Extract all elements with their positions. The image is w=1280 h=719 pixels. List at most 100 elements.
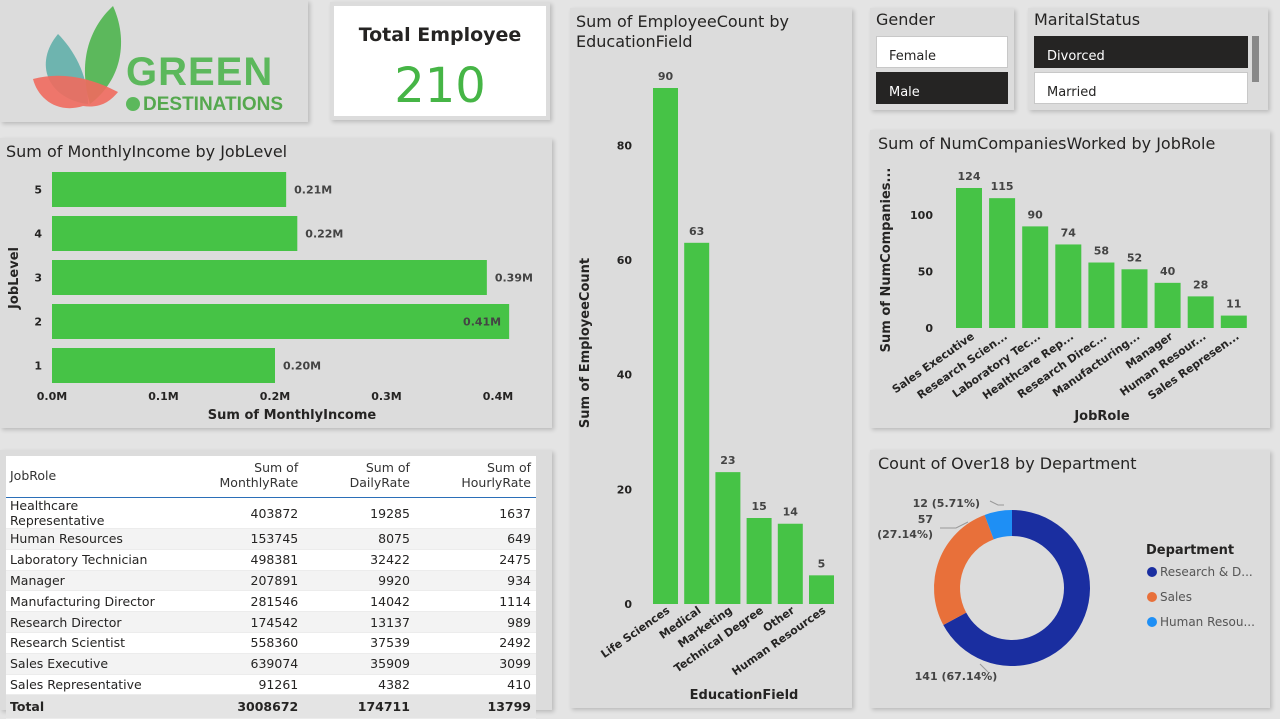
cell-jobrole: Research Scientist [6, 632, 174, 654]
education-bar [715, 472, 741, 604]
column-header-dailyrate[interactable]: Sum of DailyRate [303, 456, 415, 498]
companies-bar [1187, 296, 1214, 328]
companies-bar [1088, 262, 1115, 328]
cell-jobrole: Manufacturing Director [6, 590, 174, 613]
education-bar [777, 523, 803, 604]
education-bar [684, 242, 710, 605]
education-y-axis-title: Sum of EmployeeCount [578, 258, 593, 428]
companies-bar [1220, 315, 1247, 328]
companies-data-label: 90 [1028, 208, 1044, 221]
slicer-item-married[interactable]: Married [1034, 72, 1248, 104]
income-bar [52, 216, 298, 251]
cell-dailyrate: 14042 [303, 590, 415, 613]
income-x-tick: 0.3M [371, 390, 401, 403]
cell-monthlyrate: 174542 [173, 611, 304, 633]
cell-monthlyrate: 558360 [173, 632, 304, 654]
cell-dailyrate: 37539 [303, 632, 415, 654]
slicer-item-female[interactable]: Female [876, 36, 1008, 68]
education-data-label: 5 [818, 557, 826, 570]
education-y-tick: 80 [617, 139, 633, 152]
cell-hourlyrate: 649 [414, 528, 536, 550]
column-header-monthlyrate[interactable]: Sum of MonthlyRate [173, 456, 304, 498]
legend-marker-icon [1147, 617, 1157, 627]
income-data-label: 0.20M [283, 360, 321, 373]
column-header-jobrole[interactable]: JobRole [6, 456, 174, 498]
kpi-card: Total Employee 210 [330, 2, 550, 120]
income-y-tick: 3 [34, 272, 42, 285]
education-bar [653, 88, 678, 604]
jobrole-table-panel: JobRole Sum of MonthlyRate Sum of DailyR… [0, 450, 552, 719]
companies-data-label: 40 [1160, 265, 1176, 278]
table-row[interactable]: Sales Executive 639074 35909 3099 [6, 653, 536, 675]
income-chart-panel: Sum of MonthlyIncome by JobLevel 5 0.21M 4… [0, 138, 552, 428]
cell-jobrole: Healthcare Representative [6, 497, 174, 529]
companies-bar [1121, 269, 1148, 328]
cell-hourlyrate: 934 [414, 570, 536, 592]
logo-panel: GREEN DESTINATIONS [0, 0, 308, 122]
donut-legend-item: Research & D... [1160, 565, 1253, 579]
income-y-tick: 2 [34, 316, 42, 329]
income-x-tick: 0.1M [148, 390, 178, 403]
companies-y-tick: 100 [910, 209, 933, 222]
cell-hourlyrate: 410 [414, 674, 536, 696]
table-row[interactable]: Sales Representative 91261 4382 410 [6, 674, 536, 696]
cell-jobrole: Sales Executive [6, 653, 174, 675]
income-y-tick: 5 [34, 184, 42, 197]
table-row[interactable]: Manufacturing Director 281546 14042 1114 [6, 590, 536, 613]
slicer-item-male[interactable]: Male [876, 72, 1008, 104]
table-row[interactable]: Research Director 174542 13137 989 [6, 611, 536, 633]
logo-dot-icon [126, 97, 140, 111]
column-header-hourlyrate[interactable]: Sum of HourlyRate [414, 456, 536, 498]
donut-slice [934, 514, 994, 625]
education-y-tick: 0 [624, 598, 632, 611]
income-x-axis-title: Sum of MonthlyIncome [208, 408, 377, 423]
companies-bar [956, 188, 982, 328]
cell-hourlyrate: 2492 [414, 632, 536, 654]
education-bar [809, 575, 834, 604]
companies-y-axis-title: Sum of NumCompanies... [879, 168, 894, 353]
income-y-axis-title: JobLevel [7, 247, 22, 310]
cell-dailyrate: 13137 [303, 611, 415, 633]
education-y-tick: 20 [617, 483, 633, 496]
department-chart-panel: Count of Over18 by Department 12 (5.71%)… [870, 450, 1270, 708]
cell-jobrole: Laboratory Technician [6, 549, 174, 571]
companies-chart-panel: Sum of NumCompaniesWorked by JobRole 0 50… [870, 130, 1270, 428]
cell-monthlyrate: 91261 [173, 674, 304, 696]
cell-monthlyrate: 498381 [173, 549, 304, 571]
income-bar [52, 260, 487, 295]
companies-data-label: 124 [958, 170, 981, 183]
marital-slicer-title: MaritalStatus [1034, 10, 1141, 29]
table-row[interactable]: Laboratory Technician 498381 32422 2475 [6, 549, 536, 571]
kpi-value: 210 [394, 58, 486, 114]
income-x-tick: 0.0M [37, 390, 67, 403]
slicer-item-divorced[interactable]: Divorced [1034, 36, 1248, 68]
cell-dailyrate: 4382 [303, 674, 415, 696]
cell-monthlyrate: 639074 [173, 653, 304, 675]
cell-dailyrate: 9920 [303, 570, 415, 592]
cell-hourlyrate: 2475 [414, 549, 536, 571]
cell-dailyrate: 32422 [303, 549, 415, 571]
cell-dailyrate: 19285 [303, 497, 415, 529]
gender-slicer-title: Gender [876, 10, 935, 29]
companies-bar [1055, 244, 1082, 328]
cell-monthlyrate: 403872 [173, 497, 304, 529]
total-monthlyrate: 3008672 [173, 694, 304, 719]
table-header-row: JobRole Sum of MonthlyRate Sum of DailyR… [6, 456, 536, 498]
income-data-label: 0.39M [495, 272, 533, 285]
income-y-tick: 1 [34, 360, 42, 373]
table-row[interactable]: Research Scientist 558360 37539 2492 [6, 632, 536, 654]
cell-hourlyrate: 3099 [414, 653, 536, 675]
table-row[interactable]: Human Resources 153745 8075 649 [6, 528, 536, 550]
legend-marker-icon [1147, 592, 1157, 602]
table-row[interactable]: Healthcare Representative 403872 19285 1637 [6, 497, 536, 529]
slicer-scrollbar[interactable] [1252, 36, 1259, 82]
cell-hourlyrate: 989 [414, 611, 536, 633]
table-row[interactable]: Manager 207891 9920 934 [6, 570, 536, 592]
companies-y-tick: 50 [918, 266, 934, 279]
companies-chart: 050100124Sales Executive115Research Scie… [879, 168, 1247, 424]
income-y-tick: 4 [34, 228, 42, 241]
companies-x-axis-title: JobRole [1073, 409, 1129, 424]
income-bar [52, 304, 510, 339]
education-bar [746, 518, 772, 604]
donut-legend-item: Human Resou... [1160, 615, 1255, 629]
